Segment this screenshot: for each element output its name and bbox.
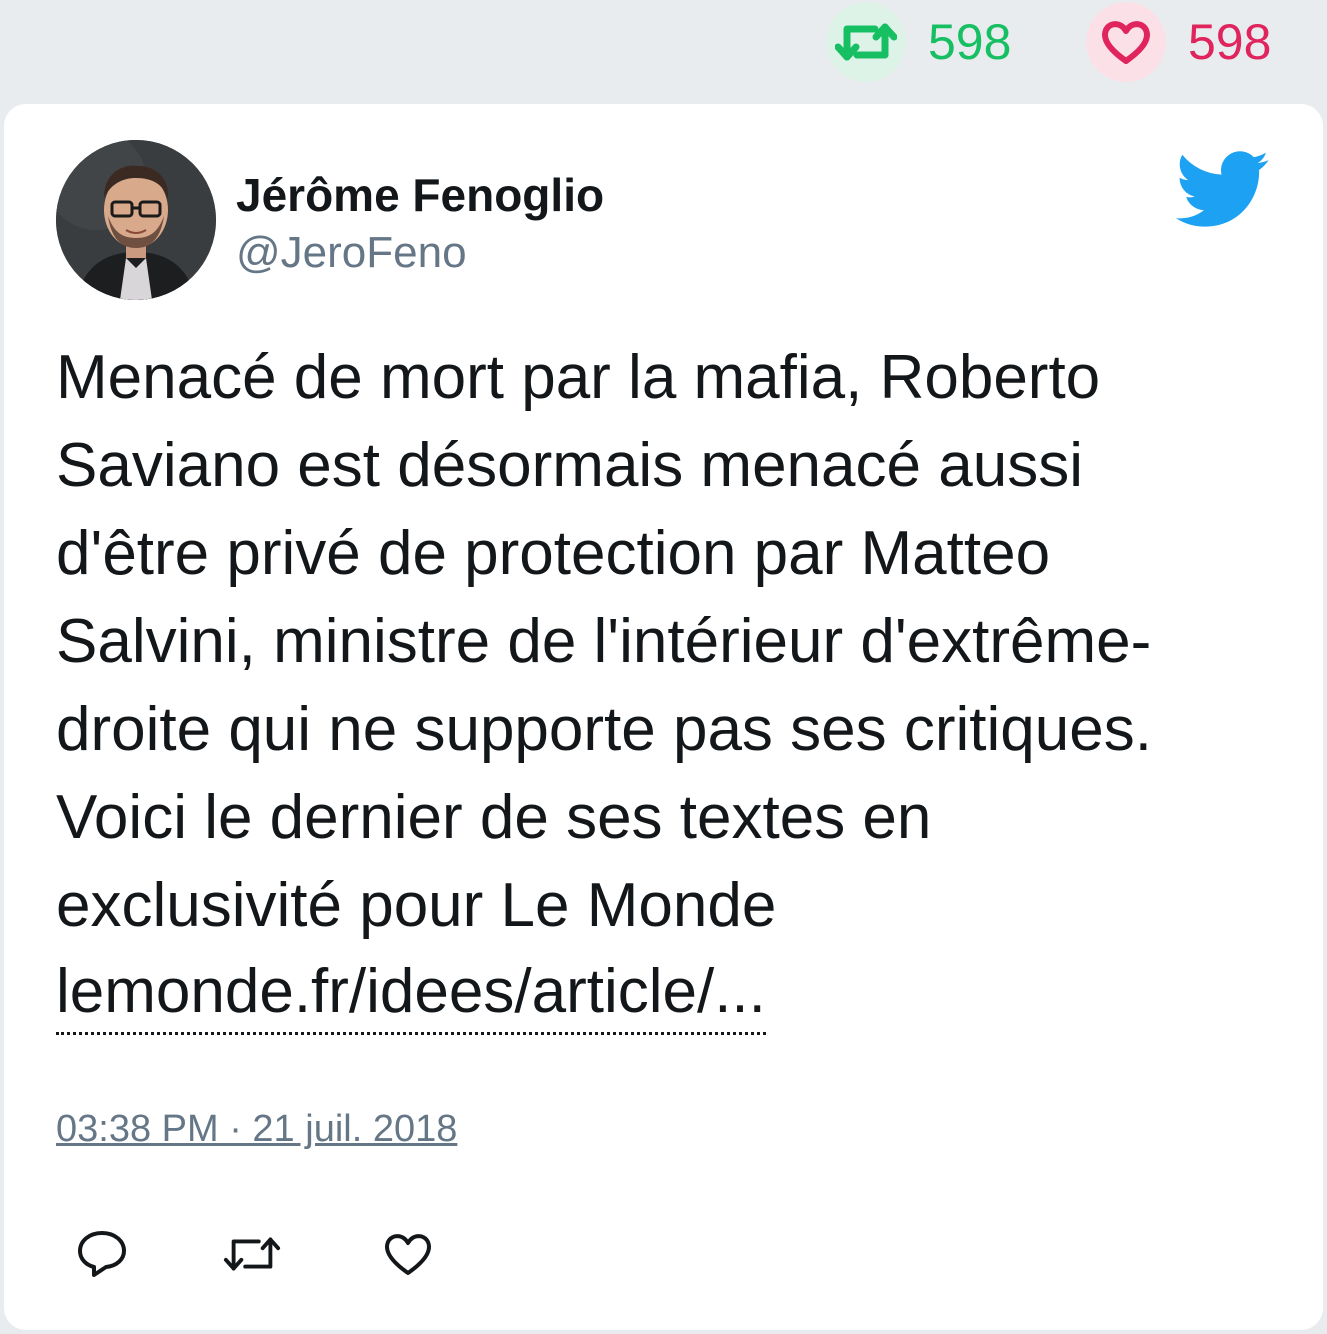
like-icon[interactable] [378, 1224, 438, 1284]
like-count: 598 [1188, 14, 1272, 70]
tweet-card: Jérôme Fenoglio @JeroFeno Menacé de mort… [4, 104, 1323, 1330]
heart-icon [1086, 2, 1166, 82]
retweet-icon[interactable] [222, 1224, 282, 1284]
like-stat[interactable]: 598 [1086, 0, 1271, 84]
retweet-count: 598 [928, 14, 1012, 70]
author-name[interactable]: Jérôme Fenoglio [236, 168, 604, 222]
reply-icon[interactable] [72, 1224, 132, 1284]
retweet-stat[interactable]: 598 [826, 0, 1011, 84]
retweet-icon [826, 2, 906, 82]
avatar[interactable] [56, 140, 216, 300]
tweet-timestamp[interactable]: 03:38 PM · 21 juil. 2018 [56, 1108, 457, 1151]
author-handle[interactable]: @JeroFeno [236, 228, 467, 278]
article-link[interactable]: lemonde.fr/idees/article/... [56, 952, 766, 1035]
stats-bar: 598 598 [0, 0, 1327, 104]
tweet-text: Menacé de mort par la mafia, Roberto Sav… [56, 343, 1152, 940]
twitter-bird-icon[interactable] [1172, 148, 1270, 228]
